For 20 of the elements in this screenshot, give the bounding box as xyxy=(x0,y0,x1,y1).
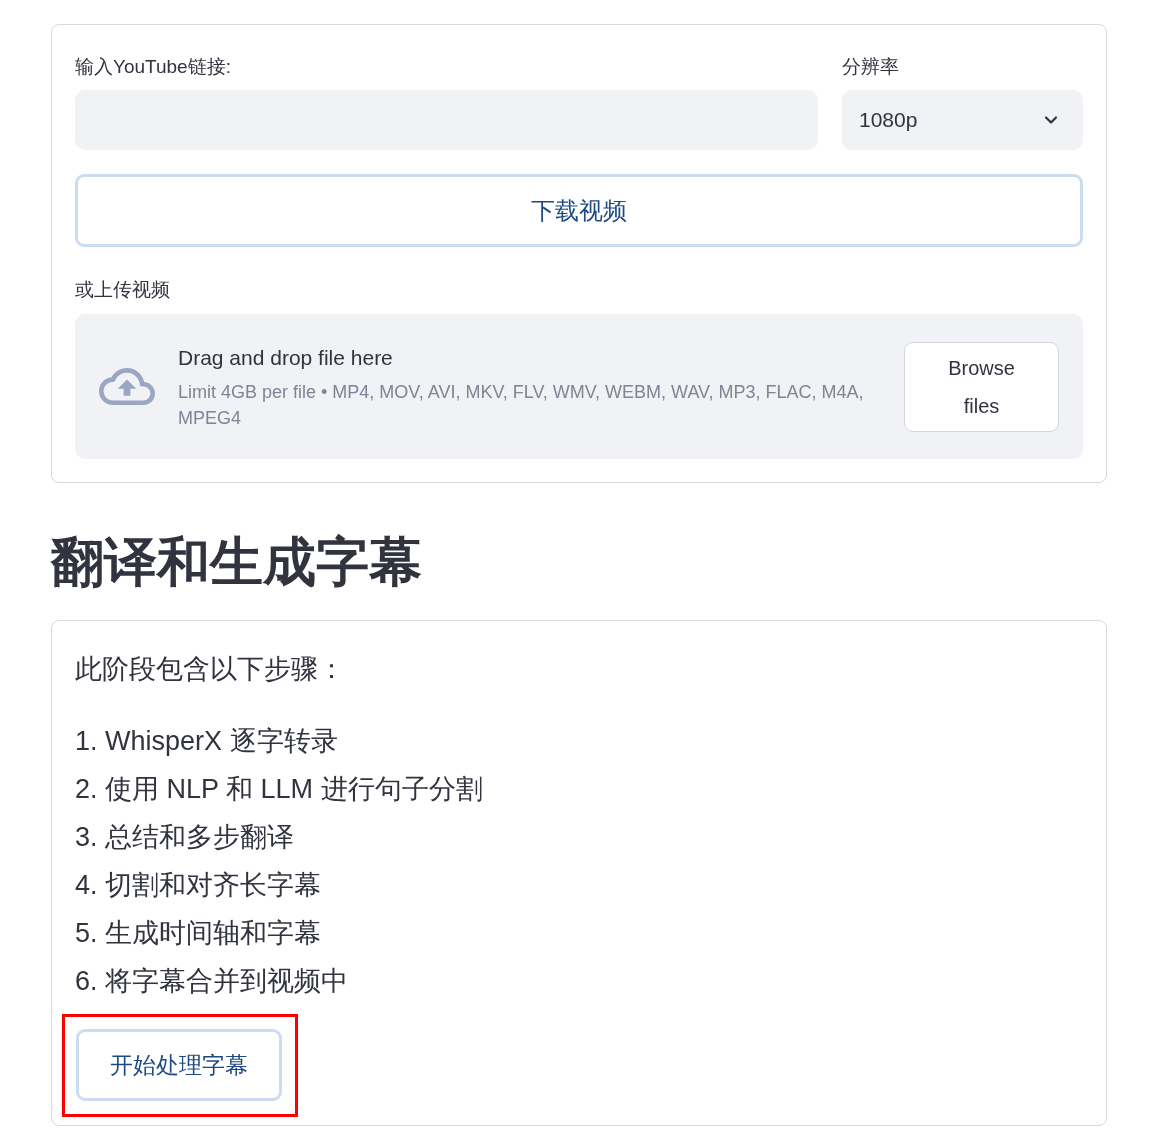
step-item: 5. 生成时间轴和字幕 xyxy=(75,917,323,950)
download-button[interactable]: 下载视频 xyxy=(75,174,1083,247)
intro-text: 此阶段包含以下步骤： xyxy=(75,653,346,686)
field-label: 或上传视频 xyxy=(75,278,171,302)
field-label: 输入YouTube链接: xyxy=(75,55,232,79)
step-item: 4. 切割和对齐长字幕 xyxy=(75,869,323,902)
dropzone-hint: Limit 4GB per file • MP4, MOV, AVI, MKV, FLV, WMV, WEBM, WAV, MP3, FLAC, M4A, MPEG4 xyxy=(178,380,865,430)
section-heading: 翻译和生成字幕 xyxy=(51,531,423,593)
step-item: 2. 使用 NLP 和 LLM 进行句子分割 xyxy=(75,773,484,806)
step-item: 1. WhisperX 逐字转录 xyxy=(75,725,339,758)
cloud-upload-icon xyxy=(99,368,155,405)
start-button[interactable]: 开始处理字幕 xyxy=(76,1029,282,1101)
browse-files-button[interactable]: Browse files xyxy=(904,341,1059,432)
file-dropzone[interactable]: Drag and drop file here Limit 4GB per file • MP4, MOV, AVI, MKV, FLV, WMV, WEBM, WAV, MP3, FLAC, M4A, MPEG4 Browse files xyxy=(75,314,1083,459)
field-label: 分辨率 xyxy=(842,55,900,79)
step-item: 3. 总结和多步翻译 xyxy=(75,821,296,854)
dropzone-title: Drag and drop file here xyxy=(178,344,394,371)
step-item: 6. 将字幕合并到视频中 xyxy=(75,965,350,998)
select-value: 1080p xyxy=(859,108,918,132)
resolution-select[interactable]: 1080p xyxy=(842,90,1083,150)
